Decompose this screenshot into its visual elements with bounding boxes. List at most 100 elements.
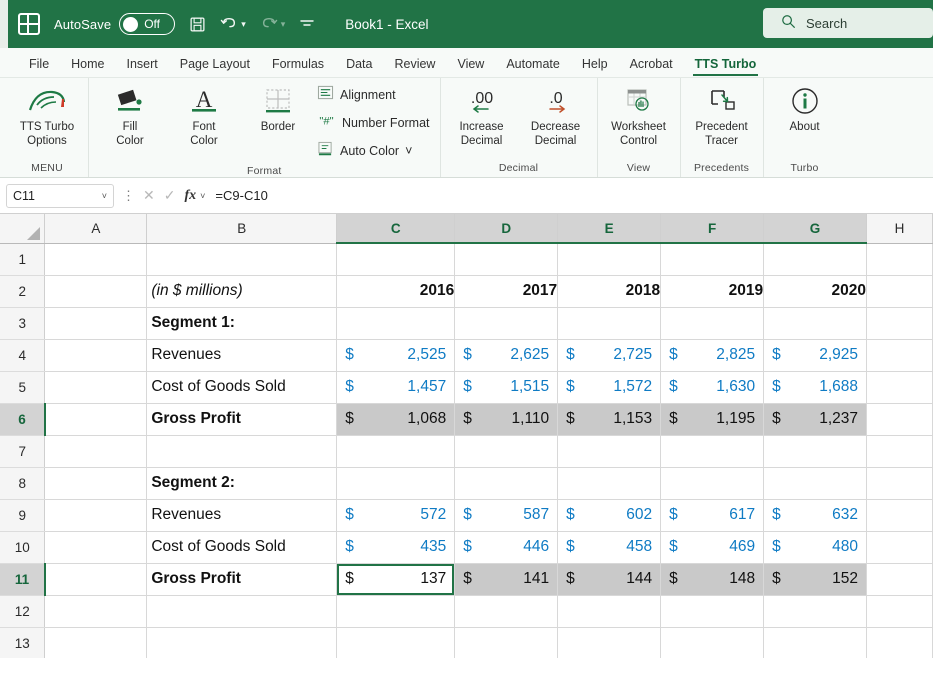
cell-g10[interactable]: $480	[764, 531, 867, 563]
cell-e2[interactable]: 2018	[558, 275, 661, 307]
row-header-10[interactable]: 10	[0, 531, 45, 563]
cell-d2[interactable]: 2017	[455, 275, 558, 307]
cell-b9[interactable]: Revenues	[147, 499, 337, 531]
tab-review[interactable]: Review	[383, 53, 446, 77]
cell-c2[interactable]: 2016	[337, 275, 455, 307]
about-button[interactable]: About	[768, 78, 842, 134]
cell-c10[interactable]: $435	[337, 531, 455, 563]
cell-a11[interactable]	[45, 563, 147, 595]
cell-c12[interactable]	[337, 595, 455, 627]
row-header-5[interactable]: 5	[0, 371, 45, 403]
fill-color-button[interactable]: Fill Color	[93, 78, 167, 148]
cell-a2[interactable]	[45, 275, 147, 307]
cell-h11[interactable]	[867, 563, 933, 595]
cell-b4[interactable]: Revenues	[147, 339, 337, 371]
cell-e9[interactable]: $602	[558, 499, 661, 531]
cell-h2[interactable]	[867, 275, 933, 307]
cell-g11[interactable]: $152	[764, 563, 867, 595]
cell-a13[interactable]	[45, 627, 147, 658]
redo-dropdown-caret-icon[interactable]: ▾	[281, 19, 286, 30]
cell-a12[interactable]	[45, 595, 147, 627]
cell-d1[interactable]	[455, 243, 558, 275]
cell-e7[interactable]	[558, 435, 661, 467]
cell-g2[interactable]: 2020	[764, 275, 867, 307]
cell-e4[interactable]: $2,725	[558, 339, 661, 371]
cell-d13[interactable]	[455, 627, 558, 658]
cell-f3[interactable]	[661, 307, 764, 339]
row-header-11[interactable]: 11	[0, 563, 45, 595]
row-header-6[interactable]: 6	[0, 403, 45, 435]
row-header-4[interactable]: 4	[0, 339, 45, 371]
cell-h5[interactable]	[867, 371, 933, 403]
cell-f1[interactable]	[661, 243, 764, 275]
column-header-d[interactable]: D	[455, 214, 558, 243]
redo-icon[interactable]: ▾	[260, 16, 286, 32]
precedent-tracer-button[interactable]: Precedent Tracer	[685, 78, 759, 148]
cell-g8[interactable]	[764, 467, 867, 499]
cell-g12[interactable]	[764, 595, 867, 627]
customize-quick-access-icon[interactable]	[299, 18, 315, 30]
cell-f5[interactable]: $1,630	[661, 371, 764, 403]
cell-e3[interactable]	[558, 307, 661, 339]
cell-f2[interactable]: 2019	[661, 275, 764, 307]
cell-e12[interactable]	[558, 595, 661, 627]
row-header-3[interactable]: 3	[0, 307, 45, 339]
cell-e10[interactable]: $458	[558, 531, 661, 563]
row-header-13[interactable]: 13	[0, 627, 45, 658]
tab-tts-turbo[interactable]: TTS Turbo	[684, 53, 768, 77]
cell-b3[interactable]: Segment 1:	[147, 307, 337, 339]
cell-f8[interactable]	[661, 467, 764, 499]
cell-d5[interactable]: $1,515	[455, 371, 558, 403]
cell-b13[interactable]	[147, 627, 337, 658]
cell-a4[interactable]	[45, 339, 147, 371]
cell-c7[interactable]	[337, 435, 455, 467]
border-button[interactable]: Border	[241, 78, 315, 134]
cell-b12[interactable]	[147, 595, 337, 627]
cell-h12[interactable]	[867, 595, 933, 627]
cell-f10[interactable]: $469	[661, 531, 764, 563]
cell-g7[interactable]	[764, 435, 867, 467]
cell-b2[interactable]: (in $ millions)	[147, 275, 337, 307]
column-header-f[interactable]: F	[661, 214, 764, 243]
tab-file[interactable]: File	[18, 53, 60, 77]
cell-g6[interactable]: $1,237	[764, 403, 867, 435]
cell-h6[interactable]	[867, 403, 933, 435]
cell-g5[interactable]: $1,688	[764, 371, 867, 403]
column-header-c[interactable]: C	[337, 214, 455, 243]
search-input[interactable]: Search	[763, 8, 933, 38]
cell-f13[interactable]	[661, 627, 764, 658]
cell-h1[interactable]	[867, 243, 933, 275]
cell-a7[interactable]	[45, 435, 147, 467]
number-format-button[interactable]: "#" Number Format	[315, 109, 436, 137]
auto-color-button[interactable]: Auto Color ˅	[315, 137, 436, 165]
cell-b10[interactable]: Cost of Goods Sold	[147, 531, 337, 563]
cell-c9[interactable]: $572	[337, 499, 455, 531]
tab-page-layout[interactable]: Page Layout	[169, 53, 261, 77]
name-box[interactable]: C11 ˅	[6, 184, 114, 208]
cell-d11[interactable]: $141	[455, 563, 558, 595]
row-header-12[interactable]: 12	[0, 595, 45, 627]
column-header-b[interactable]: B	[147, 214, 337, 243]
font-color-button[interactable]: A Font Color	[167, 78, 241, 148]
row-header-2[interactable]: 2	[0, 275, 45, 307]
cell-h10[interactable]	[867, 531, 933, 563]
cell-e13[interactable]	[558, 627, 661, 658]
cell-d9[interactable]: $587	[455, 499, 558, 531]
auto-color-caret-icon[interactable]: ˅	[405, 144, 412, 158]
alignment-button[interactable]: Alignment	[315, 81, 436, 109]
cell-c6[interactable]: $1,068	[337, 403, 455, 435]
column-header-e[interactable]: E	[558, 214, 661, 243]
column-header-a[interactable]: A	[45, 214, 147, 243]
cell-h4[interactable]	[867, 339, 933, 371]
cell-g4[interactable]: $2,925	[764, 339, 867, 371]
cell-g9[interactable]: $632	[764, 499, 867, 531]
cell-b8[interactable]: Segment 2:	[147, 467, 337, 499]
cell-f9[interactable]: $617	[661, 499, 764, 531]
tab-view[interactable]: View	[446, 53, 495, 77]
name-box-dropdown-caret-icon[interactable]: ˅	[102, 191, 107, 201]
row-header-7[interactable]: 7	[0, 435, 45, 467]
column-header-g[interactable]: G	[764, 214, 867, 243]
row-header-9[interactable]: 9	[0, 499, 45, 531]
cell-b11[interactable]: Gross Profit	[147, 563, 337, 595]
cell-d3[interactable]	[455, 307, 558, 339]
